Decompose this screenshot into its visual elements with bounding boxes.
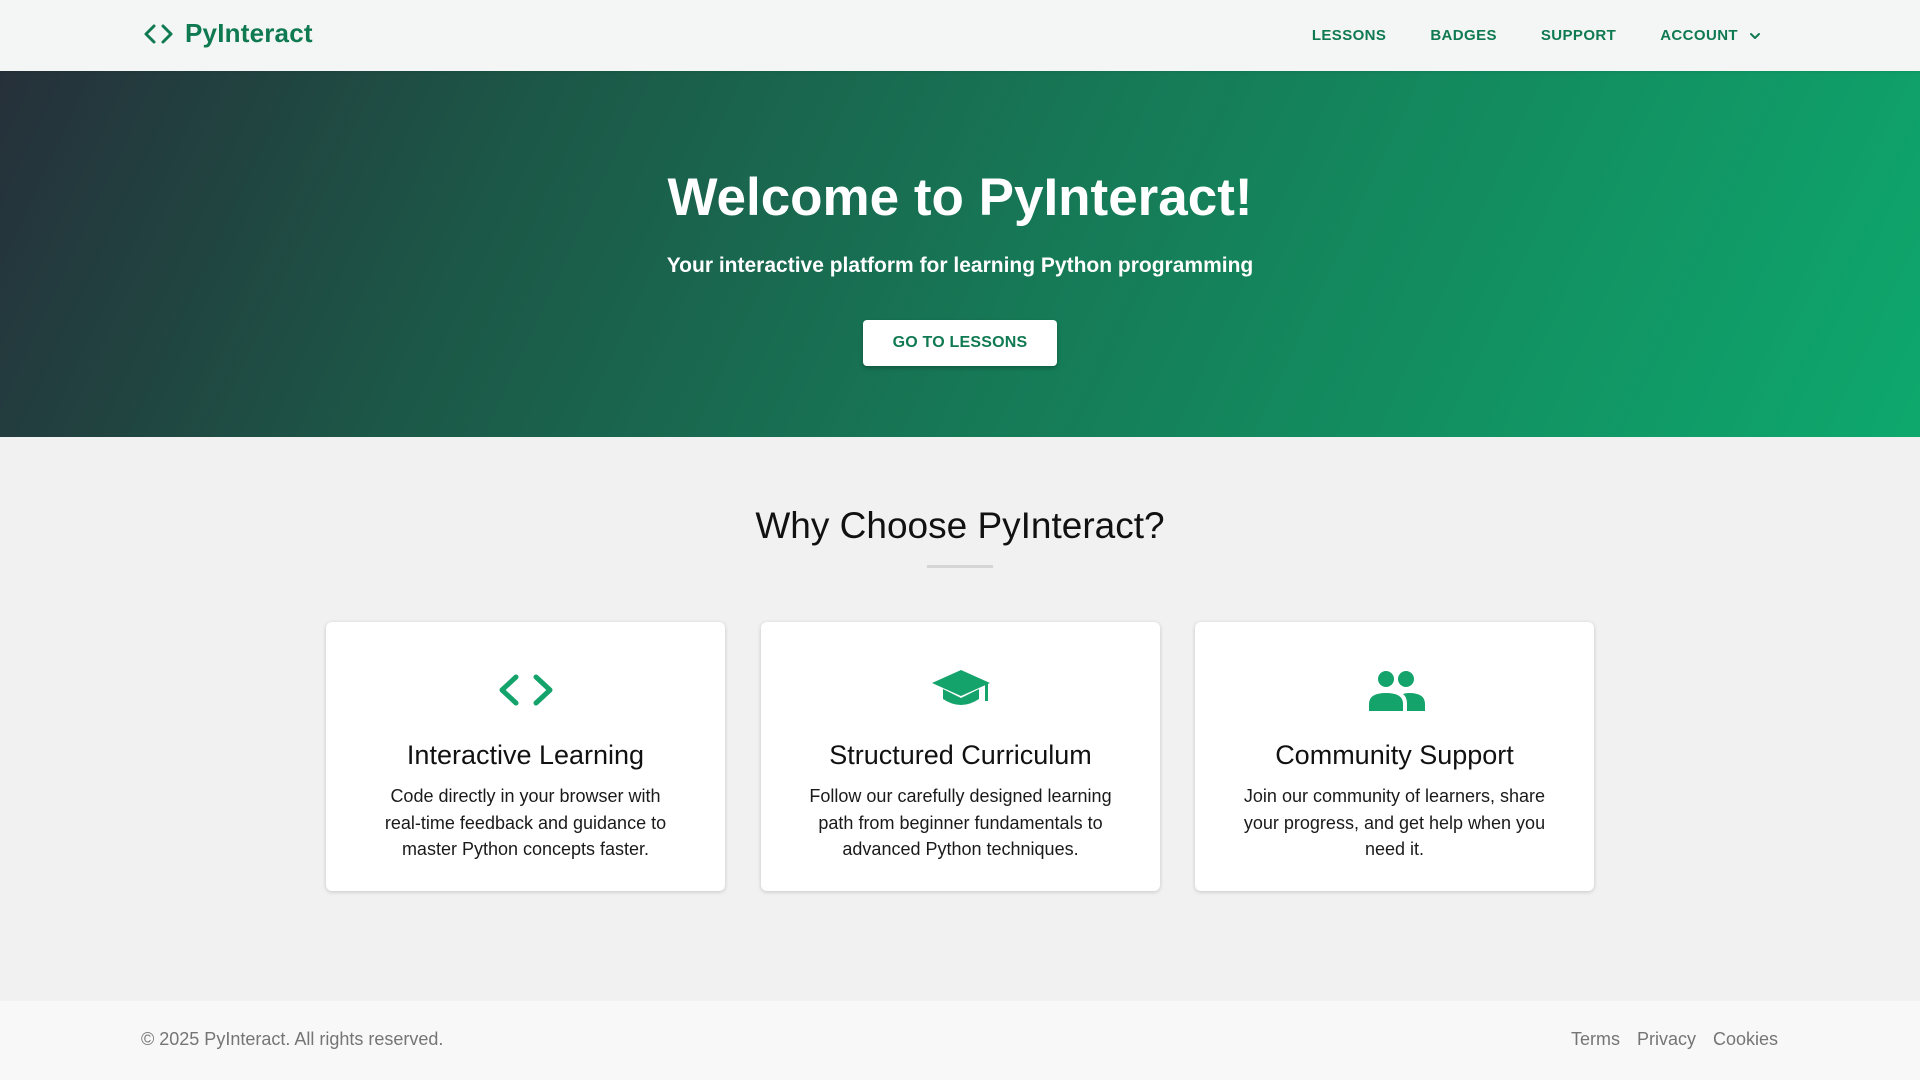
card-title: Community Support: [1275, 740, 1514, 770]
nav-item-lessons[interactable]: LESSONS: [1312, 27, 1386, 44]
go-to-lessons-button[interactable]: GO TO LESSONS: [863, 320, 1057, 366]
feature-card-structured-curriculum: Structured Curriculum Follow our careful…: [761, 622, 1160, 891]
hero-subtitle: Your interactive platform for learning P…: [666, 254, 1254, 277]
brand-name: PyInteract: [185, 18, 313, 48]
code-icon: [144, 24, 173, 43]
hero-banner: Welcome to PyInteract! Your interactive …: [0, 71, 1920, 437]
chevron-down-icon: [1750, 32, 1760, 39]
card-title: Interactive Learning: [406, 740, 645, 770]
footer-link-cookies[interactable]: Cookies: [1713, 1029, 1778, 1050]
hero-title: Welcome to PyInteract!: [667, 168, 1253, 227]
card-description: Follow our carefully designed learning p…: [809, 786, 1112, 859]
nav-item-badges[interactable]: BADGES: [1430, 27, 1497, 44]
feature-card-interactive-learning: Interactive Learning Code directly in yo…: [326, 622, 725, 891]
top-navbar: PyInteract LESSONS BADGES SUPPORT ACCOUN…: [0, 0, 1920, 71]
nav-item-account[interactable]: ACCOUNT: [1660, 27, 1762, 44]
footer-links: Terms Privacy Cookies: [1554, 1029, 1778, 1050]
card-description: Code directly in your browser with real-…: [384, 786, 667, 859]
main-nav: LESSONS BADGES SUPPORT ACCOUNT: [1268, 0, 1762, 71]
code-icon: [499, 674, 552, 706]
title-divider: [927, 565, 993, 568]
nav-item-account-label: ACCOUNT: [1660, 27, 1738, 44]
graduation-cap-icon: [931, 670, 990, 705]
page-footer: © 2025 PyInteract. All rights reserved. …: [0, 1001, 1920, 1080]
copyright-text: © 2025 PyInteract. All rights reserved.: [141, 1029, 444, 1049]
footer-link-terms[interactable]: Terms: [1571, 1029, 1620, 1050]
card-description: Join our community of learners, share yo…: [1243, 786, 1546, 859]
people-icon: [1368, 671, 1425, 711]
features-title: Why Choose PyInteract?: [755, 505, 1165, 546]
nav-item-support[interactable]: SUPPORT: [1541, 27, 1616, 44]
brand-logo-link[interactable]: PyInteract: [143, 18, 313, 49]
feature-card-community-support: Community Support Join our community of …: [1195, 622, 1594, 891]
card-title: Structured Curriculum: [829, 740, 1092, 770]
footer-link-privacy[interactable]: Privacy: [1637, 1029, 1696, 1050]
